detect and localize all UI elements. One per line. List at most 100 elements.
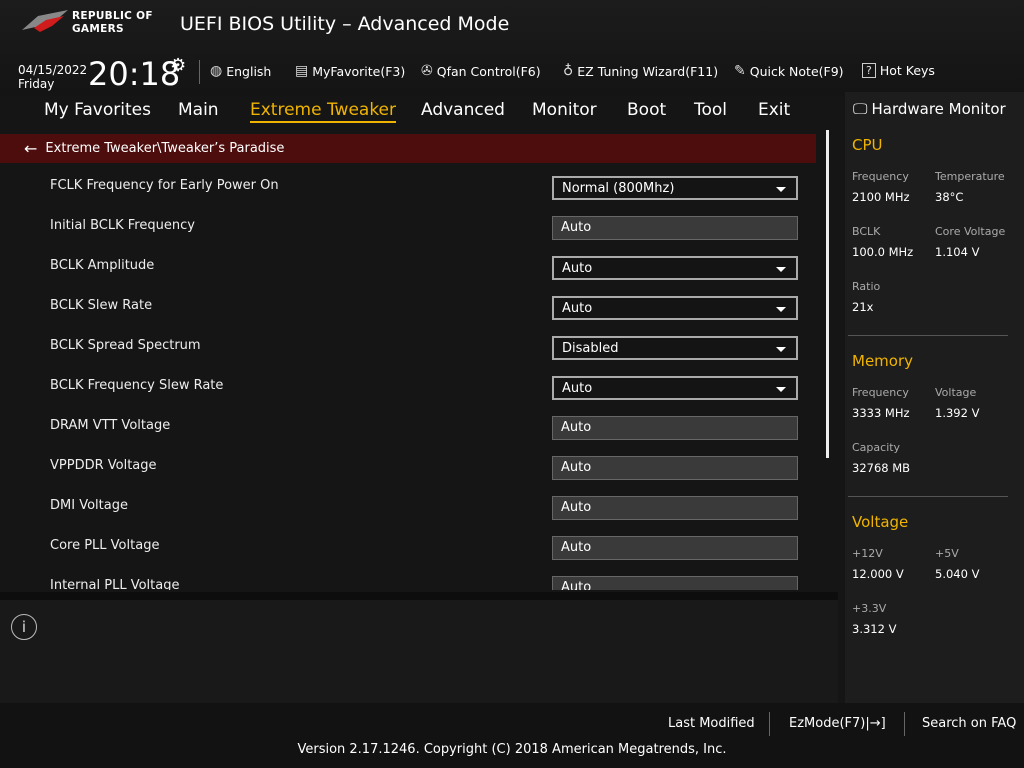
ratio-label: Ratio (852, 280, 881, 293)
fan-icon: ✇ (421, 63, 433, 79)
cpu-heading: CPU (852, 136, 883, 154)
setting-input[interactable]: Auto (552, 216, 798, 240)
hot-keys-button[interactable]: ? Hot Keys (862, 63, 935, 78)
info-icon: i (11, 614, 37, 640)
setting-label: BCLK Amplitude (50, 258, 155, 273)
setting-value: Auto (562, 301, 593, 316)
5v-label: +5V (935, 547, 959, 560)
last-modified-button[interactable]: Last Modified (668, 716, 755, 731)
setting-dropdown[interactable]: Auto (552, 296, 798, 320)
setting-label: BCLK Frequency Slew Rate (50, 378, 224, 393)
scrollbar[interactable] (826, 130, 829, 458)
divider (0, 592, 838, 600)
setting-value: Auto (562, 381, 593, 396)
core-voltage-label: Core Voltage (935, 225, 1006, 238)
tab-boot[interactable]: Boot (627, 100, 666, 120)
setting-dropdown[interactable]: Disabled (552, 336, 798, 360)
setting-label: Internal PLL Voltage (50, 578, 180, 590)
setting-dropdown[interactable]: Auto (552, 376, 798, 400)
5v-value: 5.040 V (935, 567, 980, 581)
day: Friday (18, 77, 55, 91)
chevron-down-icon (776, 307, 786, 312)
ratio-value: 21x (852, 300, 874, 314)
setting-row: DRAM VTT Voltage Auto (0, 406, 816, 446)
rog-logo: REPUBLIC OF GAMERS (20, 8, 165, 40)
cpu-frequency-value: 2100 MHz (852, 190, 910, 204)
setting-input[interactable]: Auto (552, 576, 798, 590)
help-icon: ? (862, 63, 876, 78)
breadcrumb: ← Extreme Tweaker\Tweaker’s Paradise (0, 134, 816, 163)
setting-input[interactable]: Auto (552, 536, 798, 560)
date-display: 04/15/2022 Friday (18, 63, 87, 91)
chevron-down-icon (776, 187, 786, 192)
setting-value: Auto (561, 460, 592, 475)
search-faq-button[interactable]: Search on FAQ (922, 716, 1016, 731)
setting-row: Core PLL Voltage Auto (0, 526, 816, 566)
setting-dropdown[interactable]: Auto (552, 256, 798, 280)
setting-row: VPPDDR Voltage Auto (0, 446, 816, 486)
setting-value: Auto (561, 220, 592, 235)
setting-input[interactable]: Auto (552, 456, 798, 480)
setting-row: DMI Voltage Auto (0, 486, 816, 526)
core-voltage-value: 1.104 V (935, 245, 980, 259)
memory-heading: Memory (852, 352, 914, 370)
ezmode-button[interactable]: EzMode(F7)|→] (789, 716, 886, 731)
voltage-heading: Voltage (852, 513, 909, 531)
cpu-temperature-label: Temperature (935, 170, 1005, 183)
3v3-value: 3.312 V (852, 622, 897, 636)
tab-advanced[interactable]: Advanced (421, 100, 505, 120)
setting-value: Normal (800Mhz) (562, 181, 675, 196)
language-button[interactable]: ◍ English (210, 63, 271, 79)
qfan-button[interactable]: ✇ Qfan Control(F6) (421, 63, 541, 79)
mem-voltage-label: Voltage (935, 386, 977, 399)
tab-tool[interactable]: Tool (694, 100, 727, 120)
breadcrumb-text: Extreme Tweaker\Tweaker’s Paradise (45, 141, 285, 156)
label: EZ Tuning Wizard(F11) (577, 63, 719, 79)
rog-eye-icon (22, 10, 68, 32)
mem-voltage-value: 1.392 V (935, 406, 980, 420)
label: Quick Note(F9) (749, 63, 844, 79)
help-info-panel (0, 600, 838, 703)
setting-row: Initial BCLK Frequency Auto (0, 206, 816, 246)
setting-row: BCLK Slew Rate Auto (0, 286, 816, 326)
settings-gear-icon[interactable]: ⚙ (170, 55, 186, 76)
tab-exit[interactable]: Exit (758, 100, 790, 120)
setting-label: Core PLL Voltage (50, 538, 160, 553)
setting-dropdown[interactable]: Normal (800Mhz) (552, 176, 798, 200)
divider (848, 496, 1008, 497)
tab-extreme-tweaker[interactable]: Extreme Tweaker (250, 100, 397, 123)
setting-input[interactable]: Auto (552, 496, 798, 520)
setting-value: Auto (561, 420, 592, 435)
12v-value: 12.000 V (852, 567, 904, 581)
mem-frequency-label: Frequency (852, 386, 909, 399)
cpu-temperature-value: 38°C (935, 190, 964, 204)
setting-label: VPPDDR Voltage (50, 458, 157, 473)
divider (769, 712, 770, 736)
setting-label: BCLK Spread Spectrum (50, 338, 201, 353)
mem-frequency-value: 3333 MHz (852, 406, 910, 420)
quick-note-button[interactable]: ✎ Quick Note(F9) (734, 63, 844, 79)
setting-value: Auto (561, 580, 592, 590)
3v3-label: +3.3V (852, 602, 887, 615)
tab-my-favorites[interactable]: My Favorites (44, 100, 151, 120)
myfavorite-button[interactable]: ▤ MyFavorite(F3) (295, 63, 405, 79)
bclk-label: BCLK (852, 225, 881, 238)
tab-main[interactable]: Main (178, 100, 219, 120)
chevron-down-icon (776, 267, 786, 272)
label: MyFavorite(F3) (312, 63, 406, 79)
back-arrow-icon[interactable]: ← (24, 139, 37, 158)
clock: 20:18 (88, 55, 181, 93)
setting-row: BCLK Spread Spectrum Disabled (0, 326, 816, 366)
tab-monitor[interactable]: Monitor (532, 100, 597, 120)
app-title: UEFI BIOS Utility – Advanced Mode (180, 13, 510, 35)
setting-row: FCLK Frequency for Early Power On Normal… (0, 166, 816, 206)
setting-label: DMI Voltage (50, 498, 128, 513)
label: Hot Keys (879, 63, 935, 78)
footer (0, 703, 1024, 768)
setting-label: Initial BCLK Frequency (50, 218, 195, 233)
favorite-icon: ▤ (295, 63, 309, 79)
chevron-down-icon (776, 387, 786, 392)
hardware-monitor-title: 🖵 Hardware Monitor (853, 100, 1006, 118)
ez-tuning-button[interactable]: ♁ EZ Tuning Wizard(F11) (563, 63, 718, 79)
setting-input[interactable]: Auto (552, 416, 798, 440)
